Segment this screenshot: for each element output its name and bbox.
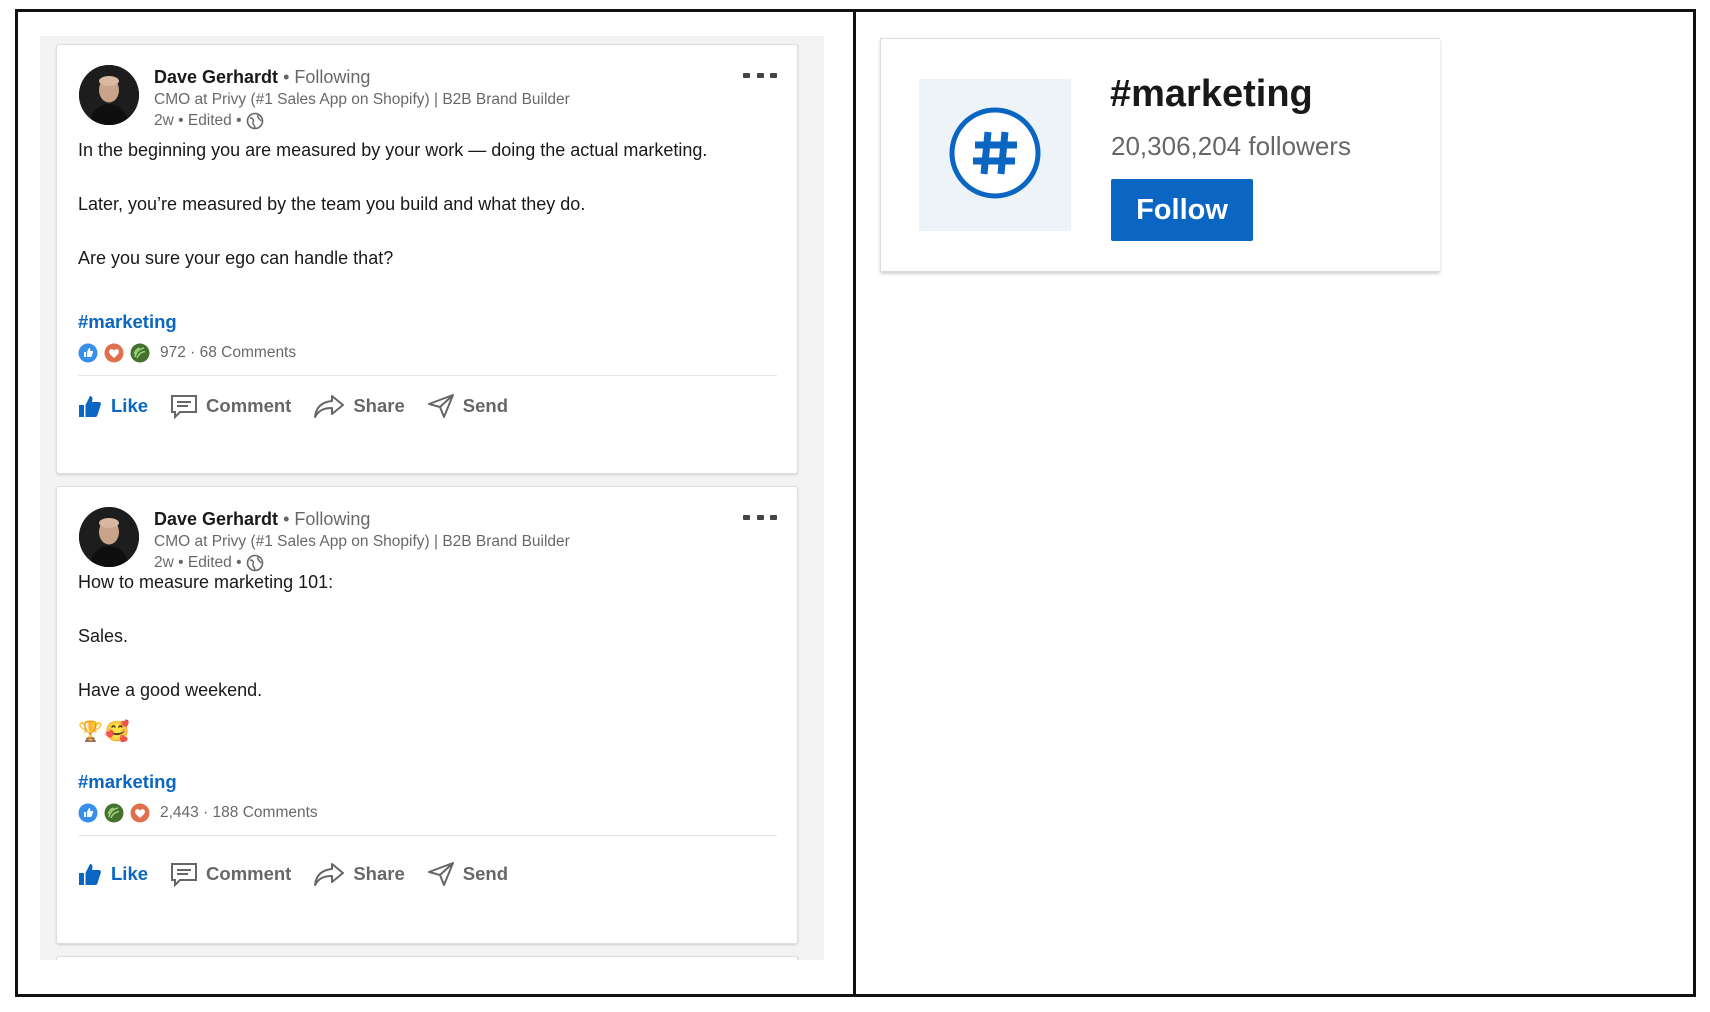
comment-label: Comment — [206, 395, 292, 416]
share-label: Share — [353, 395, 405, 416]
feed-post-partial — [56, 956, 798, 960]
send-button[interactable]: Send — [427, 393, 508, 419]
post-body: How to measure marketing 101: Sales. Hav… — [78, 569, 737, 704]
share-button[interactable]: Share — [313, 861, 405, 887]
avatar[interactable] — [79, 507, 139, 567]
following-label: • Following — [283, 509, 371, 529]
share-button[interactable]: Share — [313, 393, 405, 419]
share-label: Share — [353, 863, 405, 884]
social-counts[interactable]: 2,443 · 188 Comments — [78, 803, 318, 823]
author-name[interactable]: Dave Gerhardt — [154, 509, 278, 529]
love-reaction-icon — [130, 803, 150, 823]
emoji-line: 🏆 🥰 — [78, 719, 130, 744]
hashtag-icon — [947, 105, 1043, 206]
reaction-comment-count: 2,443 · 188 Comments — [160, 804, 318, 821]
post-text: How to measure marketing 101: — [78, 572, 334, 592]
comment-icon — [170, 393, 198, 419]
feed-post: Dave Gerhardt • Following CMO at Privy (… — [56, 44, 798, 474]
hashtag-link[interactable]: #marketing — [78, 771, 177, 793]
post-actions: Like Comment Share Send — [77, 393, 508, 419]
comment-label: Comment — [206, 863, 292, 884]
divider — [78, 835, 777, 836]
send-label: Send — [462, 863, 508, 884]
like-reaction-icon — [78, 803, 98, 823]
share-arrow-icon — [313, 861, 345, 887]
post-text: Have a good weekend. — [78, 680, 263, 700]
love-reaction-icon — [104, 343, 124, 363]
trophy-emoji: 🏆 — [78, 721, 103, 743]
comment-button[interactable]: Comment — [170, 393, 291, 419]
divider — [78, 375, 777, 376]
post-timestamp: 2w • Edited • — [154, 112, 242, 129]
avatar[interactable] — [79, 65, 139, 125]
post-meta: 2w • Edited • — [154, 110, 570, 131]
post-actions: Like Comment Share Send — [77, 861, 508, 887]
more-options-icon[interactable] — [743, 509, 777, 525]
send-icon — [427, 393, 455, 419]
post-text: Are you sure your ego can handle that? — [78, 248, 394, 268]
send-button[interactable]: Send — [427, 861, 508, 887]
hashtag-logo — [919, 79, 1071, 231]
follow-button[interactable]: Follow — [1111, 179, 1253, 241]
send-label: Send — [462, 395, 508, 416]
celebrate-reaction-icon — [130, 343, 150, 363]
author-headline: CMO at Privy (#1 Sales App on Shopify) |… — [154, 533, 570, 550]
feed-panel: Dave Gerhardt • Following CMO at Privy (… — [40, 36, 824, 960]
like-reaction-icon — [78, 343, 98, 363]
author-name[interactable]: Dave Gerhardt — [154, 67, 278, 87]
follower-count: 20,306,204 followers — [1111, 131, 1351, 161]
hashtag-card: #marketing 20,306,204 followers Follow — [880, 38, 1440, 272]
author-headline: CMO at Privy (#1 Sales App on Shopify) |… — [154, 91, 570, 108]
thumbs-up-icon — [77, 393, 103, 419]
reaction-comment-count: 972 · 68 Comments — [160, 344, 297, 361]
feed-post: Dave Gerhardt • Following CMO at Privy (… — [56, 486, 798, 944]
globe-icon — [246, 112, 264, 130]
following-label: • Following — [283, 67, 371, 87]
post-body: In the beginning you are measured by you… — [78, 137, 737, 272]
more-options-icon[interactable] — [743, 67, 777, 83]
like-label: Like — [111, 863, 149, 884]
post-text: In the beginning you are measured by you… — [78, 140, 708, 160]
comment-button[interactable]: Comment — [170, 861, 291, 887]
send-icon — [427, 861, 455, 887]
post-author: Dave Gerhardt • Following CMO at Privy (… — [154, 65, 570, 131]
social-counts[interactable]: 972 · 68 Comments — [78, 343, 296, 363]
share-arrow-icon — [313, 393, 345, 419]
comment-icon — [170, 861, 198, 887]
panel-divider — [853, 9, 856, 997]
like-button[interactable]: Like — [77, 861, 148, 887]
post-text: Sales. — [78, 626, 129, 646]
like-button[interactable]: Like — [77, 393, 148, 419]
post-author: Dave Gerhardt • Following CMO at Privy (… — [154, 507, 570, 573]
hashtag-title: #marketing — [1110, 73, 1313, 115]
thumbs-up-icon — [77, 861, 103, 887]
smiling-hearts-emoji: 🥰 — [104, 721, 130, 743]
hashtag-link[interactable]: #marketing — [78, 311, 177, 333]
like-label: Like — [111, 395, 149, 416]
celebrate-reaction-icon — [104, 803, 124, 823]
post-text: Later, you’re measured by the team you b… — [78, 194, 586, 214]
